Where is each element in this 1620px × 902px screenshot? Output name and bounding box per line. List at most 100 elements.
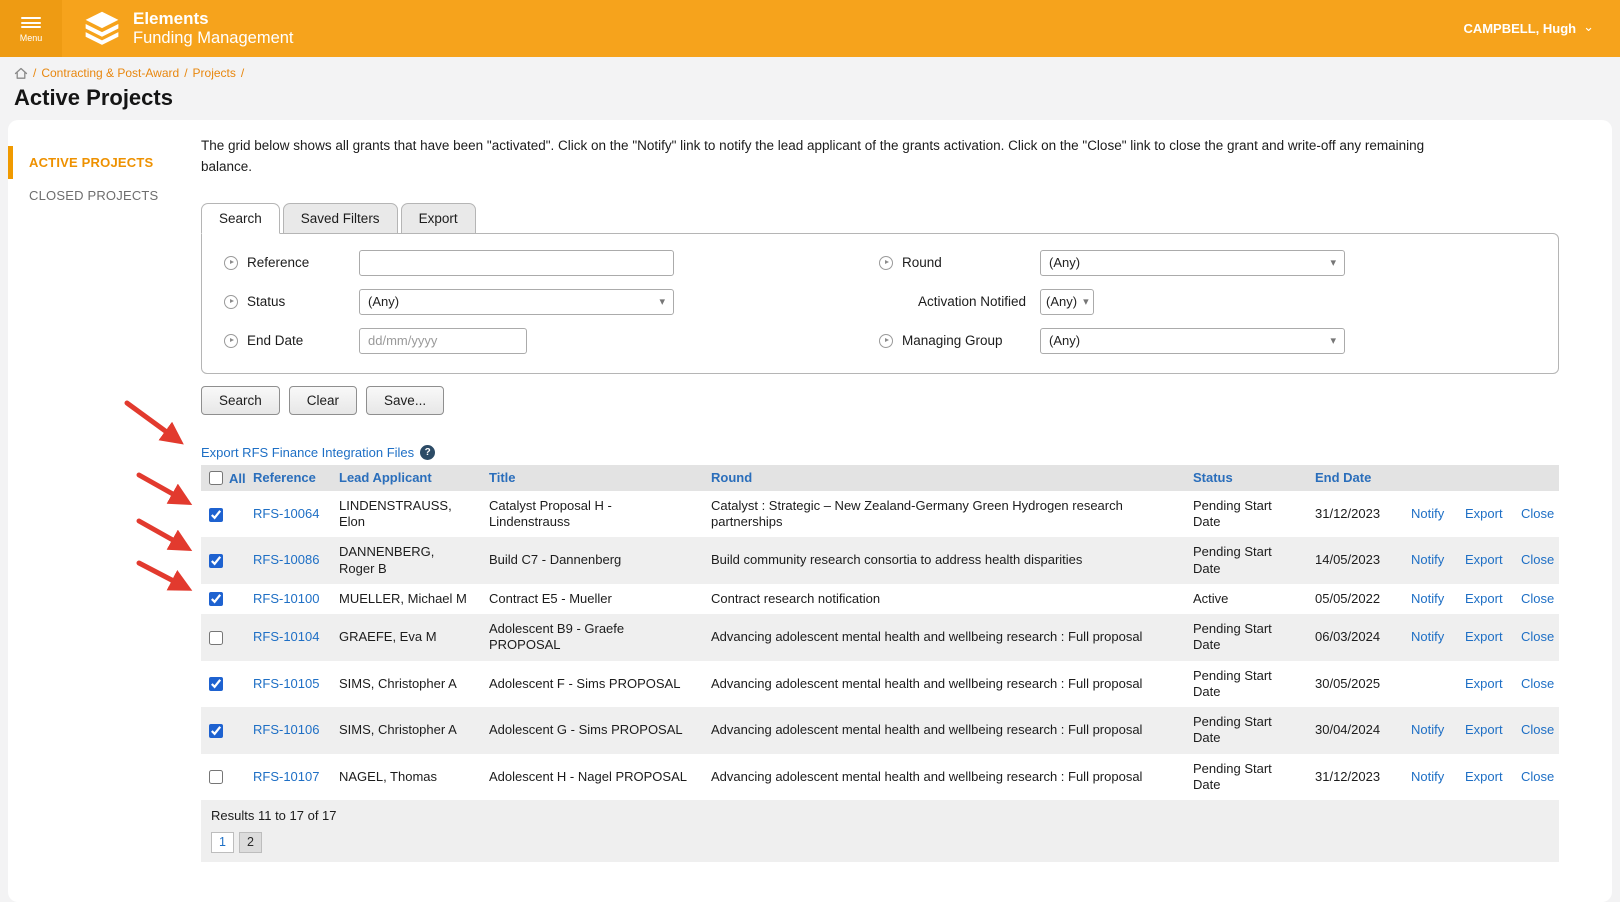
row-notify-link[interactable]: Notify — [1411, 506, 1444, 521]
user-name: CAMPBELL, Hugh — [1463, 21, 1576, 36]
help-icon[interactable]: ? — [420, 445, 435, 460]
row-reference-link[interactable]: RFS-10086 — [253, 552, 319, 567]
row-checkbox[interactable] — [209, 508, 223, 522]
breadcrumb-contracting-post-award[interactable]: Contracting & Post-Award — [41, 66, 179, 80]
expand-round-icon[interactable] — [879, 256, 893, 270]
tab-saved-filters[interactable]: Saved Filters — [283, 203, 398, 234]
row-checkbox[interactable] — [209, 677, 223, 691]
row-close-link[interactable]: Close — [1521, 506, 1554, 521]
row-reference-link[interactable]: RFS-10100 — [253, 591, 319, 606]
row-lead-applicant: SIMS, Christopher A — [331, 707, 481, 754]
row-close-link[interactable]: Close — [1521, 769, 1554, 784]
menu-button[interactable]: Menu — [0, 0, 62, 57]
row-checkbox[interactable] — [209, 554, 223, 568]
col-header-close — [1513, 465, 1559, 491]
row-end-date: 31/12/2023 — [1307, 491, 1403, 538]
row-checkbox[interactable] — [209, 770, 223, 784]
row-round: Advancing adolescent mental health and w… — [703, 614, 1185, 661]
col-header-lead-applicant[interactable]: Lead Applicant — [331, 465, 481, 491]
table-row: RFS-10107 NAGEL, Thomas Adolescent H - N… — [201, 754, 1559, 801]
row-close-link[interactable]: Close — [1521, 591, 1554, 606]
sidebar-item-active-projects[interactable]: ACTIVE PROJECTS — [8, 146, 195, 179]
row-notify-link[interactable]: Notify — [1411, 722, 1444, 737]
row-select-cell — [201, 491, 245, 538]
reference-input[interactable] — [359, 250, 674, 276]
breadcrumb-projects[interactable]: Projects — [193, 66, 236, 80]
row-export-cell: Export — [1457, 707, 1513, 754]
row-reference-link[interactable]: RFS-10104 — [253, 629, 319, 644]
row-end-date: 05/05/2022 — [1307, 584, 1403, 614]
expand-end-date-icon[interactable] — [224, 334, 238, 348]
save-button[interactable]: Save... — [366, 386, 444, 415]
clear-button[interactable]: Clear — [289, 386, 357, 415]
expand-reference-icon[interactable] — [224, 256, 238, 270]
col-header-reference[interactable]: Reference — [245, 465, 331, 491]
row-close-link[interactable]: Close — [1521, 552, 1554, 567]
search-panel: Reference Status (Any) ▾ — [201, 233, 1559, 374]
row-notify-link[interactable]: Notify — [1411, 591, 1444, 606]
row-select-cell — [201, 614, 245, 661]
row-checkbox[interactable] — [209, 631, 223, 645]
col-header-round[interactable]: Round — [703, 465, 1185, 491]
row-round: Catalyst : Strategic – New Zealand-Germa… — [703, 491, 1185, 538]
row-close-link[interactable]: Close — [1521, 676, 1554, 691]
activation-notified-select-value: (Any) — [1046, 294, 1077, 309]
row-export-link[interactable]: Export — [1465, 552, 1503, 567]
row-export-link[interactable]: Export — [1465, 769, 1503, 784]
chevron-down-icon: ⌄ — [1583, 19, 1594, 35]
row-status: Pending Start Date — [1185, 614, 1307, 661]
sidebar: ACTIVE PROJECTS CLOSED PROJECTS — [8, 120, 195, 902]
row-export-link[interactable]: Export — [1465, 629, 1503, 644]
home-icon[interactable] — [14, 67, 28, 80]
row-notify-link[interactable]: Notify — [1411, 629, 1444, 644]
row-export-link[interactable]: Export — [1465, 591, 1503, 606]
intro-text: The grid below shows all grants that hav… — [201, 136, 1476, 177]
breadcrumb-separator: / — [241, 66, 244, 80]
table-footer: Results 11 to 17 of 17 1 2 — [201, 800, 1559, 862]
user-menu[interactable]: CAMPBELL, Hugh ⌄ — [1463, 0, 1620, 57]
round-select[interactable]: (Any) ▾ — [1040, 250, 1345, 276]
tab-export[interactable]: Export — [401, 203, 476, 234]
page-2-current[interactable]: 2 — [239, 832, 262, 853]
row-notify-link[interactable]: Notify — [1411, 552, 1444, 567]
row-reference-cell: RFS-10100 — [245, 584, 331, 614]
row-select-cell — [201, 707, 245, 754]
row-title: Contract E5 - Mueller — [481, 584, 703, 614]
row-close-cell: Close — [1513, 661, 1559, 708]
activation-notified-select[interactable]: (Any) ▾ — [1040, 289, 1094, 315]
col-header-title[interactable]: Title — [481, 465, 703, 491]
row-close-link[interactable]: Close — [1521, 629, 1554, 644]
export-rfs-finance-link[interactable]: Export RFS Finance Integration Files — [201, 445, 414, 460]
expand-status-icon[interactable] — [224, 295, 238, 309]
row-reference-link[interactable]: RFS-10107 — [253, 769, 319, 784]
all-label: All — [229, 471, 246, 486]
row-close-link[interactable]: Close — [1521, 722, 1554, 737]
select-all-checkbox[interactable] — [209, 471, 223, 485]
status-select-value: (Any) — [368, 294, 399, 309]
row-export-link[interactable]: Export — [1465, 676, 1503, 691]
managing-group-select[interactable]: (Any) ▾ — [1040, 328, 1345, 354]
table-row: RFS-10106 SIMS, Christopher A Adolescent… — [201, 707, 1559, 754]
results-count: Results 11 to 17 of 17 — [211, 808, 1549, 823]
tab-search[interactable]: Search — [201, 203, 280, 234]
row-reference-link[interactable]: RFS-10105 — [253, 676, 319, 691]
expand-managing-group-icon[interactable] — [879, 334, 893, 348]
row-reference-link[interactable]: RFS-10106 — [253, 722, 319, 737]
end-date-input[interactable] — [359, 328, 527, 354]
col-header-end-date[interactable]: End Date — [1307, 465, 1403, 491]
page-1-link[interactable]: 1 — [211, 832, 234, 853]
row-lead-applicant: MUELLER, Michael M — [331, 584, 481, 614]
row-reference-link[interactable]: RFS-10064 — [253, 506, 319, 521]
search-button[interactable]: Search — [201, 386, 280, 415]
row-export-link[interactable]: Export — [1465, 722, 1503, 737]
row-notify-link[interactable]: Notify — [1411, 769, 1444, 784]
row-export-link[interactable]: Export — [1465, 506, 1503, 521]
status-select[interactable]: (Any) ▾ — [359, 289, 674, 315]
row-checkbox[interactable] — [209, 724, 223, 738]
row-lead-applicant: GRAEFE, Eva M — [331, 614, 481, 661]
row-round: Contract research notification — [703, 584, 1185, 614]
end-date-field-row: End Date — [224, 328, 674, 354]
sidebar-item-closed-projects[interactable]: CLOSED PROJECTS — [8, 179, 195, 212]
col-header-status[interactable]: Status — [1185, 465, 1307, 491]
row-checkbox[interactable] — [209, 592, 223, 606]
